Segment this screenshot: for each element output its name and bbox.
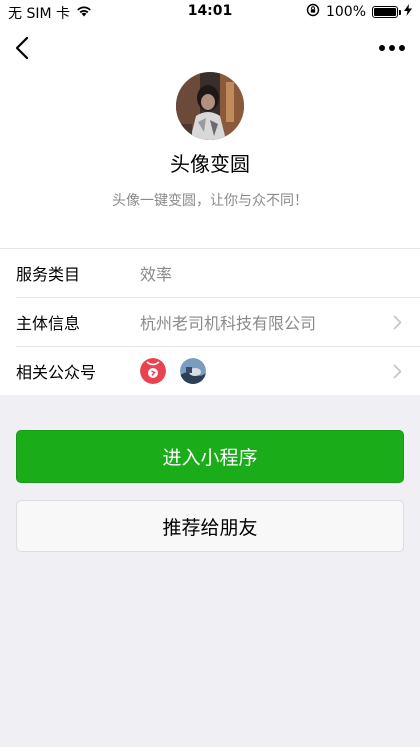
related-account-avatar [180,358,206,384]
app-description: 头像一键变圆，让你与众不同！ [112,193,308,209]
entity-info-value: 杭州老司机科技有限公司 [140,314,317,333]
info-list: 服务类目 效率 主体信息 杭州老司机科技有限公司 相关公众号 [0,248,420,395]
app-avatar [176,72,244,140]
chevron-right-icon [393,315,402,334]
back-button[interactable] [8,34,36,62]
related-account-avatar [140,358,166,384]
related-accounts-label: 相关公众号 [16,363,97,382]
more-button[interactable] [376,34,408,62]
orientation-lock-icon [306,3,320,21]
service-category-value: 效率 [140,265,173,284]
more-icon [379,45,405,51]
status-bar: 无 SIM 卡 14:01 100% [0,0,420,24]
service-category-label: 服务类目 [16,265,81,284]
app-name: 头像变圆 [170,152,250,176]
recommend-to-friends-button[interactable]: 推荐给朋友 [16,500,404,552]
enter-mini-program-button[interactable]: 进入小程序 [16,430,404,483]
entity-info-label: 主体信息 [16,314,81,333]
service-category-row: 服务类目 效率 [0,248,420,297]
chevron-left-icon [15,37,29,59]
chevron-right-icon [393,364,402,383]
battery-percent: 100% [325,4,366,20]
related-accounts-row[interactable]: 相关公众号 [16,346,420,395]
charging-icon [404,4,412,20]
battery-icon [372,6,401,18]
entity-info-row[interactable]: 主体信息 杭州老司机科技有限公司 [16,297,420,346]
